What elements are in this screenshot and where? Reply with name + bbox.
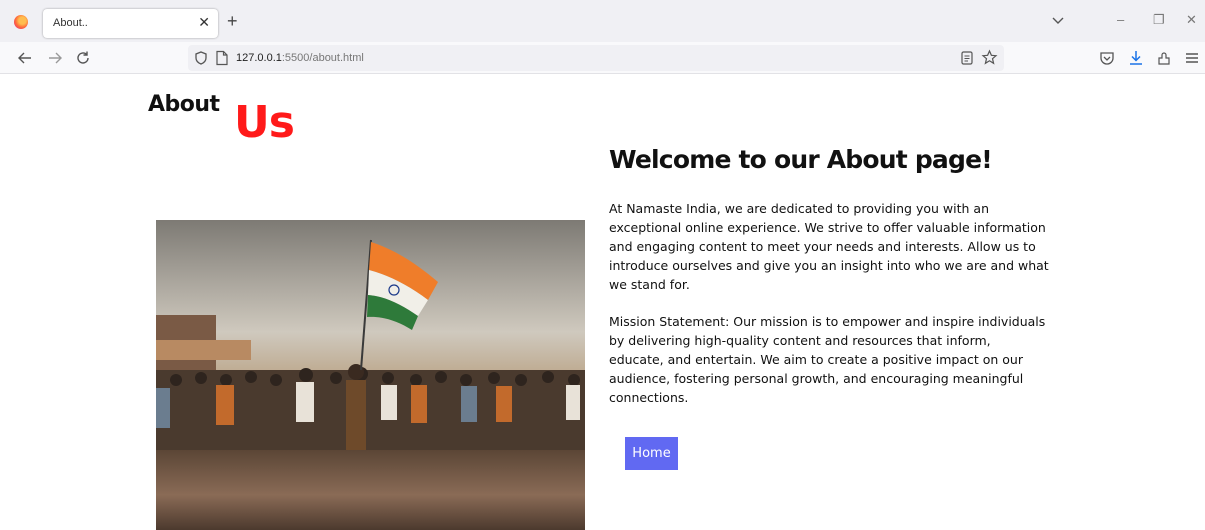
hero-image [156, 220, 585, 530]
menu-icon[interactable] [1183, 49, 1201, 67]
reload-icon[interactable] [74, 49, 92, 67]
forward-icon[interactable] [46, 49, 64, 67]
heading-us: Us [234, 97, 295, 148]
window-restore-button[interactable]: ❐ [1153, 12, 1165, 28]
mission-paragraph: Mission Statement: Our mission is to emp… [609, 314, 1046, 405]
page-icon[interactable] [215, 50, 229, 66]
new-tab-button[interactable]: + [227, 11, 238, 32]
india-flag-crowd-painting [156, 220, 585, 530]
extensions-icon[interactable] [1155, 49, 1173, 67]
tab-title: About.. [53, 17, 88, 29]
navigation-toolbar: 127.0.0.1:5500/about.html [0, 42, 1205, 74]
welcome-title: Welcome to our About page! [609, 145, 993, 174]
tab-close-icon[interactable]: ✕ [198, 14, 210, 31]
reader-icon[interactable] [959, 50, 975, 66]
window-minimize-button[interactable]: – [1117, 12, 1124, 27]
url-bar[interactable]: 127.0.0.1:5500/about.html [188, 45, 1004, 71]
intro-paragraph: At Namaste India, we are dedicated to pr… [609, 201, 1049, 292]
bookmark-star-icon[interactable] [981, 49, 998, 66]
download-icon[interactable] [1127, 49, 1145, 67]
list-all-tabs-icon[interactable] [1050, 12, 1066, 28]
url-text[interactable]: 127.0.0.1:5500/about.html [236, 52, 364, 64]
browser-tab[interactable]: About.. ✕ [43, 9, 218, 38]
url-host: 127.0.0.1 [236, 52, 282, 64]
shield-icon[interactable] [193, 50, 209, 66]
page-content: About Us Welcome to our About page! At N… [0, 75, 1205, 530]
back-icon[interactable] [16, 49, 34, 67]
heading-about: About [148, 92, 220, 117]
firefox-logo-icon [14, 15, 28, 29]
home-button[interactable]: Home [625, 437, 678, 470]
tab-bar: About.. ✕ + – ❐ ✕ [0, 0, 1205, 42]
window-close-button[interactable]: ✕ [1186, 12, 1197, 28]
pocket-icon[interactable] [1098, 49, 1116, 67]
url-path: :5500/about.html [281, 52, 364, 64]
